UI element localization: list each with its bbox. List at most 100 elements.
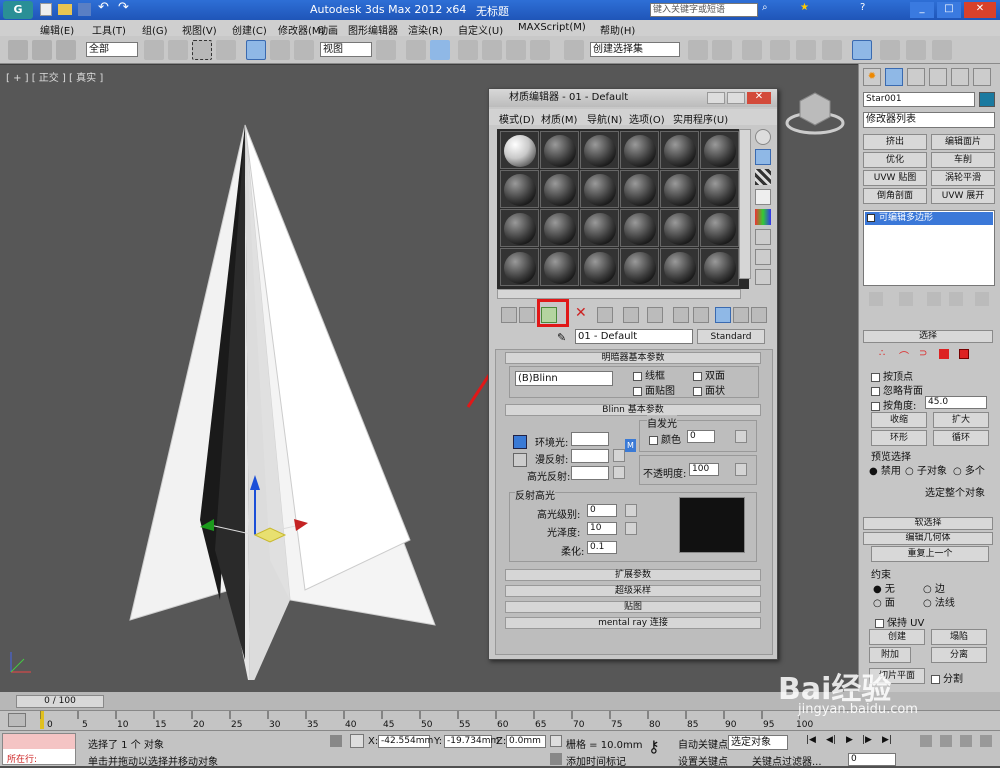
make-preview-icon[interactable] xyxy=(755,229,771,245)
y-coordinate[interactable]: -19.734mm xyxy=(444,735,499,748)
ambient-map-lock-button[interactable]: M xyxy=(625,439,636,452)
redo-icon[interactable]: ↷ xyxy=(118,0,129,15)
specular-swatch[interactable] xyxy=(571,466,609,480)
min-button[interactable] xyxy=(707,92,725,104)
show-end-result-icon[interactable] xyxy=(899,292,913,306)
z-coordinate[interactable]: 0.0mm xyxy=(506,735,546,748)
sample-slot[interactable] xyxy=(540,209,579,247)
split-checkbox[interactable]: 分割 xyxy=(931,670,963,685)
pivot-center-icon[interactable] xyxy=(376,40,396,60)
mod-lathe-button[interactable]: 车削 xyxy=(931,152,995,168)
motion-tab-icon[interactable] xyxy=(929,68,947,86)
faceted-option[interactable]: 面状 xyxy=(693,382,725,397)
modifier-list-dropdown[interactable]: 修改器列表 xyxy=(863,112,995,128)
unlink-icon[interactable] xyxy=(32,40,52,60)
key-icon[interactable]: ⚷ xyxy=(648,737,660,756)
ignore-backface-checkbox[interactable]: 忽略背面 xyxy=(871,382,923,397)
go-sibling-icon[interactable] xyxy=(733,307,749,323)
sample-slot[interactable] xyxy=(620,131,659,169)
max-toggle-icon[interactable] xyxy=(980,735,992,747)
material-id-icon[interactable] xyxy=(647,307,663,323)
maps-rollout[interactable]: 贴图 xyxy=(505,601,761,613)
rect-selection-icon[interactable] xyxy=(192,40,212,60)
menu-edit[interactable]: 编辑(E) xyxy=(40,22,74,37)
me-menu-material[interactable]: 材质(M) xyxy=(541,111,577,126)
sample-slot[interactable] xyxy=(500,248,539,286)
graphite-tools-icon[interactable] xyxy=(770,40,790,60)
stack-item-editable-poly[interactable]: 可编辑多边形 xyxy=(865,212,993,225)
absolute-mode-icon[interactable] xyxy=(350,734,364,748)
material-editor-window[interactable]: 材质编辑器 - 01 - Default ✕ 模式(D) 材质(M) 导航(N)… xyxy=(488,88,778,660)
move-icon[interactable] xyxy=(246,40,266,60)
sample-slot[interactable] xyxy=(700,248,739,286)
viewport-label[interactable]: [ + ] [ 正交 ] [ 真实 ] xyxy=(6,69,103,84)
select-manipulate-icon[interactable] xyxy=(406,40,426,60)
element-icon[interactable] xyxy=(959,349,969,359)
percent-snap-icon[interactable] xyxy=(506,40,526,60)
specular-map-button[interactable] xyxy=(613,466,625,479)
sample-slot[interactable] xyxy=(580,248,619,286)
put-to-library-icon[interactable] xyxy=(623,307,639,323)
face-map-option[interactable]: 面贴图 xyxy=(633,382,675,397)
make-unique-icon[interactable] xyxy=(597,307,613,323)
detach-button[interactable]: 分离 xyxy=(931,647,987,663)
transform-gizmo-icon[interactable] xyxy=(190,465,320,565)
object-color-swatch[interactable] xyxy=(979,92,995,107)
sample-slot[interactable] xyxy=(540,131,579,169)
align-icon[interactable] xyxy=(712,40,732,60)
menu-rendering[interactable]: 渲染(R) xyxy=(408,22,443,37)
me-menu-mode[interactable]: 模式(D) xyxy=(499,111,535,126)
go-forward-icon[interactable] xyxy=(751,307,767,323)
scale-icon[interactable] xyxy=(294,40,314,60)
rotate-icon[interactable] xyxy=(270,40,290,60)
grow-button[interactable]: 扩大 xyxy=(933,412,989,428)
render-production-icon[interactable] xyxy=(932,40,952,60)
sample-slot[interactable] xyxy=(580,209,619,247)
extended-params-rollout[interactable]: 扩展参数 xyxy=(505,569,761,581)
material-editor-icon[interactable] xyxy=(852,40,872,60)
render-setup-icon[interactable] xyxy=(880,40,900,60)
binoculars-icon[interactable]: ⌕ xyxy=(762,2,768,13)
opacity-map-button[interactable] xyxy=(735,463,747,476)
window-crossing-icon[interactable] xyxy=(216,40,236,60)
sample-type-icon[interactable] xyxy=(755,129,771,145)
selection-filter-dropdown[interactable]: 全部 xyxy=(86,42,138,57)
polygon-icon[interactable] xyxy=(939,349,949,359)
edge-icon[interactable]: ⌒ xyxy=(899,348,909,363)
spec-level-map-button[interactable] xyxy=(625,504,637,517)
me-menu-options[interactable]: 选项(O) xyxy=(629,111,665,126)
current-frame-field[interactable]: 0 xyxy=(848,753,896,766)
shader-type-dropdown[interactable]: (B)Blinn xyxy=(515,371,613,386)
sample-slot[interactable] xyxy=(580,170,619,208)
auto-key-button[interactable]: 自动关键点 xyxy=(678,736,728,751)
uv-tiling-icon[interactable] xyxy=(755,189,771,205)
hierarchy-tab-icon[interactable] xyxy=(907,68,925,86)
minimize-button[interactable]: _ xyxy=(910,2,934,18)
reference-coord-dropdown[interactable]: 视图 xyxy=(320,42,372,57)
sample-slot[interactable] xyxy=(540,248,579,286)
wire-option[interactable]: 线框 xyxy=(633,367,665,382)
link-icon[interactable] xyxy=(8,40,28,60)
schematic-view-icon[interactable] xyxy=(822,40,842,60)
collapse-button[interactable]: 塌陷 xyxy=(931,629,987,645)
viewcube-icon[interactable] xyxy=(780,83,850,143)
sample-slot[interactable] xyxy=(500,209,539,247)
show-shaded-icon[interactable] xyxy=(673,307,689,323)
menu-help[interactable]: 帮助(H) xyxy=(600,22,635,37)
select-object-icon[interactable] xyxy=(144,40,164,60)
goto-end-icon[interactable]: ▶| xyxy=(882,735,892,745)
soften-value[interactable]: 0.1 xyxy=(587,541,617,554)
create-button[interactable]: 创建 xyxy=(869,629,925,645)
reset-map-icon[interactable]: ✕ xyxy=(575,305,587,321)
color-checkbox[interactable]: 颜色 xyxy=(649,431,681,446)
mod-optimize-button[interactable]: 优化 xyxy=(863,152,927,168)
material-type-button[interactable]: Standard xyxy=(697,329,765,344)
eyedropper-icon[interactable]: ✎ xyxy=(557,331,566,344)
edit-geometry-rollout[interactable]: 编辑几何体 xyxy=(863,532,993,545)
by-angle-checkbox[interactable]: 按角度: xyxy=(871,397,916,412)
mental-ray-rollout[interactable]: mental ray 连接 xyxy=(505,617,761,629)
constraint-edge-radio[interactable]: ○ 边 xyxy=(923,580,945,595)
spec-level-value[interactable]: 0 xyxy=(587,504,617,517)
preview-subobject-radio[interactable]: ○ 子对象 xyxy=(905,462,947,477)
options-icon[interactable] xyxy=(755,249,771,265)
